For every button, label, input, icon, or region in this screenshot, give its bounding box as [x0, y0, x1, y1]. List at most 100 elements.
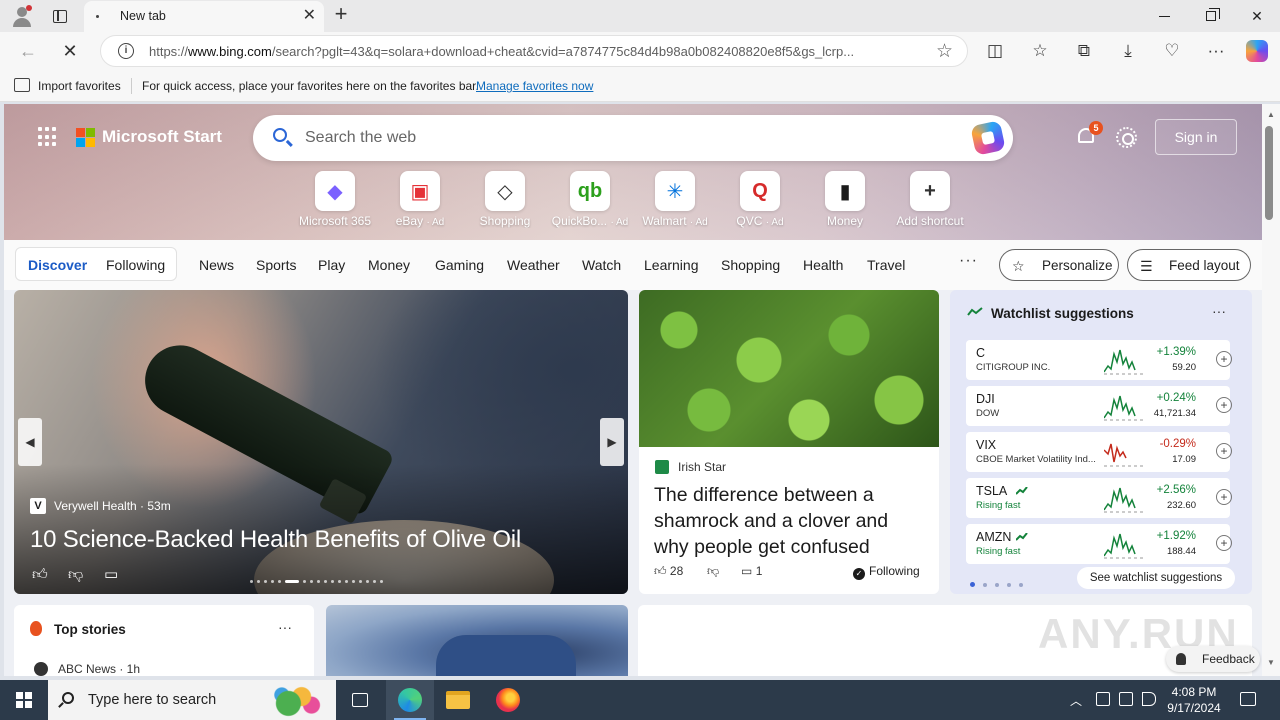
brand-name[interactable]: Microsoft Start: [102, 127, 222, 147]
shortcut-4[interactable]: ✳ Walmart · Ad: [635, 171, 715, 231]
profile-icon[interactable]: [10, 4, 34, 28]
carousel-prev-button[interactable]: ◀: [18, 418, 42, 466]
add-to-watchlist-icon[interactable]: +: [1216, 489, 1232, 505]
shortcut-2[interactable]: ◇ Shopping: [465, 171, 545, 231]
site-info-icon[interactable]: i: [118, 43, 134, 59]
tab-actions-icon[interactable]: [48, 4, 72, 28]
shortcut-5[interactable]: Q QVC · Ad: [720, 171, 800, 231]
top-stories-title[interactable]: Top stories: [54, 622, 126, 637]
tab-shopping[interactable]: Shopping: [721, 257, 780, 273]
article-image-card[interactable]: [326, 605, 628, 676]
dislike-icon[interactable]: 👎︎: [707, 564, 719, 579]
tab-play[interactable]: Play: [318, 257, 345, 273]
hero-title[interactable]: 10 Science-Backed Health Benefits of Oli…: [30, 526, 521, 554]
more-options-icon[interactable]: ···: [278, 619, 292, 635]
tab-new-tab[interactable]: New tab ✕: [84, 1, 324, 32]
scroll-thumb[interactable]: [1265, 126, 1273, 220]
shortcut-7[interactable]: + Add shortcut: [890, 171, 970, 231]
carousel-next-button[interactable]: ▶: [600, 418, 624, 466]
feedback-button[interactable]: Feedback: [1166, 646, 1260, 672]
more-options-icon[interactable]: ···: [1204, 39, 1228, 63]
add-to-watchlist-icon[interactable]: +: [1216, 397, 1232, 413]
news-source[interactable]: Irish Star: [678, 460, 726, 474]
tab-learning[interactable]: Learning: [644, 257, 699, 273]
address-bar[interactable]: i https://www.bing.com/search?pglt=43&q=…: [100, 35, 968, 67]
collections-icon[interactable]: ⧉: [1072, 39, 1096, 63]
favorites-icon[interactable]: ☆: [1028, 39, 1052, 63]
shortcut-1[interactable]: ▣ eBay · Ad: [380, 171, 460, 231]
favorite-star-icon[interactable]: ☆: [936, 40, 953, 63]
watchlist-row-amzn[interactable]: AMZN Rising fast +1.92% 188.44 +: [966, 524, 1232, 564]
shortcut-0[interactable]: ◆ Microsoft 365: [295, 171, 375, 231]
carousel-dots[interactable]: [250, 573, 400, 584]
notification-center-icon[interactable]: [1240, 692, 1256, 706]
see-watchlist-button[interactable]: See watchlist suggestions: [1077, 567, 1235, 589]
tab-news[interactable]: News: [199, 257, 234, 273]
show-hidden-icons-icon[interactable]: ︿: [1070, 692, 1082, 709]
news-article-card[interactable]: Irish Star The difference between a sham…: [639, 290, 939, 594]
add-to-watchlist-icon[interactable]: +: [1216, 351, 1232, 367]
comment-button[interactable]: ▭ 1: [741, 564, 762, 578]
taskbar-search[interactable]: Type here to search: [48, 680, 336, 720]
tab-watch[interactable]: Watch: [582, 257, 621, 273]
split-screen-icon[interactable]: ◫: [983, 39, 1007, 63]
tab-sports[interactable]: Sports: [256, 257, 296, 273]
tab-gaming[interactable]: Gaming: [435, 257, 484, 273]
hero-article-card[interactable]: ◀ ▶ V Verywell Health · 53m 10 Science-B…: [14, 290, 628, 594]
tab-close-icon[interactable]: ✕: [303, 7, 316, 25]
sign-in-button[interactable]: Sign in: [1155, 119, 1237, 155]
scroll-down-icon[interactable]: ▼: [1267, 658, 1275, 667]
like-icon[interactable]: 👍︎: [32, 566, 48, 584]
hero-source[interactable]: Verywell Health · 53m: [54, 499, 171, 513]
add-to-watchlist-icon[interactable]: +: [1216, 443, 1232, 459]
task-view-button[interactable]: [336, 680, 384, 720]
restore-button[interactable]: [1188, 4, 1234, 28]
tab-health[interactable]: Health: [803, 257, 843, 273]
url-text[interactable]: https://www.bing.com/search?pglt=43&q=so…: [149, 44, 919, 59]
import-favorites-icon[interactable]: [14, 78, 30, 92]
copilot-icon[interactable]: [970, 120, 1006, 156]
comment-icon[interactable]: ▭: [104, 565, 118, 583]
taskbar-firefox[interactable]: [484, 680, 532, 720]
watchlist-row-c[interactable]: C CITIGROUP INC. +1.39% 59.20 +: [966, 340, 1232, 380]
start-button[interactable]: [0, 680, 48, 720]
taskbar-clock[interactable]: 4:08 PM 9/17/2024: [1166, 684, 1222, 716]
copilot-sidebar-icon[interactable]: [1246, 40, 1268, 62]
more-options-icon[interactable]: ···: [1212, 303, 1226, 319]
add-to-watchlist-icon[interactable]: +: [1216, 535, 1232, 551]
search-input[interactable]: [305, 127, 905, 149]
web-search-box[interactable]: [253, 115, 1013, 161]
stop-loading-button[interactable]: ✕: [58, 39, 82, 63]
watchlist-row-tsla[interactable]: TSLA Rising fast +2.56% 232.60 +: [966, 478, 1232, 518]
dislike-icon[interactable]: 👎︎: [68, 566, 83, 584]
search-highlight-art[interactable]: [262, 683, 328, 717]
page-scrollbar[interactable]: ▲ ▼: [1262, 104, 1280, 676]
tab-travel[interactable]: Travel: [867, 257, 905, 273]
volume-icon[interactable]: [1142, 692, 1156, 706]
browser-essentials-icon[interactable]: ♡: [1160, 39, 1184, 63]
tab-discover[interactable]: Discover: [28, 257, 87, 273]
tab-following[interactable]: Following: [106, 257, 165, 273]
notifications-bell-icon[interactable]: 5: [1076, 121, 1103, 148]
shortcut-6[interactable]: ▮ Money: [805, 171, 885, 231]
back-button[interactable]: ←: [16, 39, 40, 63]
like-button[interactable]: 👍︎ 28: [654, 564, 683, 579]
tab-weather[interactable]: Weather: [507, 257, 560, 273]
personalize-button[interactable]: ☆ Personalize: [999, 249, 1119, 281]
downloads-icon[interactable]: ⤓: [1116, 39, 1140, 63]
minimize-button[interactable]: [1141, 4, 1187, 28]
import-favorites-button[interactable]: Import favorites: [38, 79, 121, 93]
following-badge[interactable]: ✓ Following: [853, 564, 920, 580]
news-title[interactable]: The difference between a shamrock and a …: [654, 482, 924, 560]
feed-layout-button[interactable]: ☰ Feed layout: [1127, 249, 1251, 281]
taskbar-edge[interactable]: [386, 680, 434, 720]
security-tray-icon[interactable]: [1096, 692, 1110, 706]
carousel-dot[interactable]: [285, 580, 299, 584]
top-story-source[interactable]: ABC News · 1h: [58, 662, 140, 676]
watchlist-row-vix[interactable]: VIX CBOE Market Volatility Ind... -0.29% 17…: [966, 432, 1232, 472]
settings-gear-icon[interactable]: [1116, 127, 1137, 148]
network-icon[interactable]: [1119, 692, 1133, 706]
scroll-up-icon[interactable]: ▲: [1267, 110, 1275, 119]
more-categories-icon[interactable]: ···: [959, 252, 978, 270]
close-window-button[interactable]: ✕: [1234, 4, 1280, 28]
